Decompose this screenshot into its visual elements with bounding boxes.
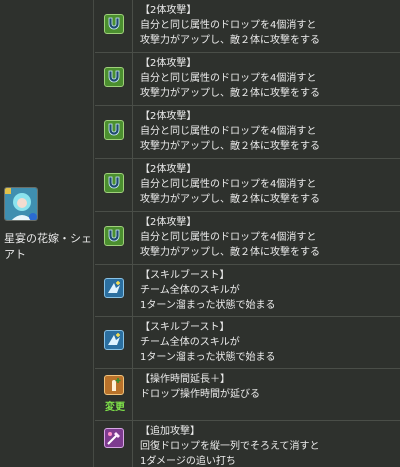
skill-icon-cell [95, 0, 133, 52]
skill-description: 【2体攻撃】 自分と同じ属性のドロップを4個消すと 攻撃力がアップし、敵２体に攻… [140, 3, 398, 48]
change-label: 変更 [105, 402, 125, 413]
skill-row: 【追加攻撃】 回復ドロップを縦一列でそろえて消すと 1ダメージの追い打ち [95, 421, 400, 467]
skill-line: 攻撃力がアップし、敵２体に攻撃をする [140, 194, 320, 205]
extend-time-icon[interactable] [104, 375, 124, 395]
skill-row: 【スキルブースト】 チーム全体のスキルが 1ターン溜まった状態で始まる [95, 265, 400, 317]
bonus-attack-icon[interactable] [104, 428, 124, 448]
skill-icon-cell [95, 265, 133, 316]
skill-line: チーム全体のスキルが [140, 285, 240, 296]
skill-title: 【スキルブースト】 [140, 270, 230, 281]
skill-row: 【2体攻撃】 自分と同じ属性のドロップを4個消すと 攻撃力がアップし、敵２体に攻… [95, 53, 400, 106]
skill-description: 【スキルブースト】 チーム全体のスキルが 1ターン溜まった状態で始まる [140, 320, 398, 365]
skill-description: 【2体攻撃】 自分と同じ属性のドロップを4個消すと 攻撃力がアップし、敵２体に攻… [140, 215, 398, 260]
awoken-skill-table: 星宴の花嫁・シェアト 【2体攻撃】 自分と同じ属性のドロップを4個消すと 攻撃力… [0, 0, 400, 467]
skill-line: 攻撃力がアップし、敵２体に攻撃をする [140, 35, 320, 46]
skill-title: 【2体攻撃】 [140, 164, 197, 175]
skill-description: 【2体攻撃】 自分と同じ属性のドロップを4個消すと 攻撃力がアップし、敵２体に攻… [140, 162, 398, 207]
skill-line: ドロップ操作時間が延びる [140, 389, 260, 400]
skill-icon-cell [95, 106, 133, 158]
skill-icon-cell [95, 212, 133, 264]
skill-line: チーム全体のスキルが [140, 337, 240, 348]
character-name[interactable]: 星宴の花嫁・シェアト [4, 231, 92, 263]
skill-description: 【2体攻撃】 自分と同じ属性のドロップを4個消すと 攻撃力がアップし、敵２体に攻… [140, 109, 398, 154]
skill-line: 1ターン溜まった状態で始まる [140, 300, 276, 311]
skill-description: 【スキルブースト】 チーム全体のスキルが 1ターン溜まった状態で始まる [140, 268, 398, 313]
two-attack-magnet-icon[interactable] [104, 120, 124, 140]
skill-line: 自分と同じ属性のドロップを4個消すと [140, 126, 317, 137]
skill-icon-cell: 変更 [95, 369, 133, 420]
skill-description: 【操作時間延長＋】 ドロップ操作時間が延びる [140, 372, 398, 402]
character-portrait-icon[interactable] [4, 187, 38, 221]
skill-row: 【2体攻撃】 自分と同じ属性のドロップを4個消すと 攻撃力がアップし、敵２体に攻… [95, 159, 400, 212]
skill-row: 【2体攻撃】 自分と同じ属性のドロップを4個消すと 攻撃力がアップし、敵２体に攻… [95, 0, 400, 53]
skill-title: 【2体攻撃】 [140, 58, 197, 69]
skill-line: 1ターン溜まった状態で始まる [140, 352, 276, 363]
skill-icon-cell [95, 53, 133, 105]
skill-line: 回復ドロップを縦一列でそろえて消すと [140, 441, 320, 452]
skill-line: 攻撃力がアップし、敵２体に攻撃をする [140, 141, 320, 152]
skill-description: 【追加攻撃】 回復ドロップを縦一列でそろえて消すと 1ダメージの追い打ち [140, 424, 398, 467]
skill-icon-cell [95, 159, 133, 211]
skill-line: 自分と同じ属性のドロップを4個消すと [140, 232, 317, 243]
skill-line: 自分と同じ属性のドロップを4個消すと [140, 20, 317, 31]
skill-list: 【2体攻撃】 自分と同じ属性のドロップを4個消すと 攻撃力がアップし、敵２体に攻… [95, 0, 400, 467]
skill-line: 自分と同じ属性のドロップを4個消すと [140, 179, 317, 190]
skill-title: 【スキルブースト】 [140, 322, 230, 333]
skill-title: 【2体攻撃】 [140, 217, 197, 228]
skill-row: 変更 【操作時間延長＋】 ドロップ操作時間が延びる [95, 369, 400, 421]
skill-boost-icon[interactable] [104, 330, 124, 350]
skill-line: 1ダメージの追い打ち [140, 456, 236, 467]
two-attack-magnet-icon[interactable] [104, 226, 124, 246]
skill-icon-cell [95, 317, 133, 368]
two-attack-magnet-icon[interactable] [104, 173, 124, 193]
skill-description: 【2体攻撃】 自分と同じ属性のドロップを4個消すと 攻撃力がアップし、敵２体に攻… [140, 56, 398, 101]
two-attack-magnet-icon[interactable] [104, 14, 124, 34]
skill-title: 【2体攻撃】 [140, 111, 197, 122]
skill-line: 攻撃力がアップし、敵２体に攻撃をする [140, 247, 320, 258]
skill-title: 【操作時間延長＋】 [140, 374, 230, 385]
skill-title: 【追加攻撃】 [140, 426, 200, 437]
skill-boost-icon[interactable] [104, 278, 124, 298]
skill-icon-cell [95, 421, 133, 467]
skill-line: 自分と同じ属性のドロップを4個消すと [140, 73, 317, 84]
skill-row: 【2体攻撃】 自分と同じ属性のドロップを4個消すと 攻撃力がアップし、敵２体に攻… [95, 212, 400, 265]
character-column: 星宴の花嫁・シェアト [0, 0, 94, 467]
skill-title: 【2体攻撃】 [140, 5, 197, 16]
skill-row: 【スキルブースト】 チーム全体のスキルが 1ターン溜まった状態で始まる [95, 317, 400, 369]
two-attack-magnet-icon[interactable] [104, 67, 124, 87]
skill-line: 攻撃力がアップし、敵２体に攻撃をする [140, 88, 320, 99]
skill-row: 【2体攻撃】 自分と同じ属性のドロップを4個消すと 攻撃力がアップし、敵２体に攻… [95, 106, 400, 159]
